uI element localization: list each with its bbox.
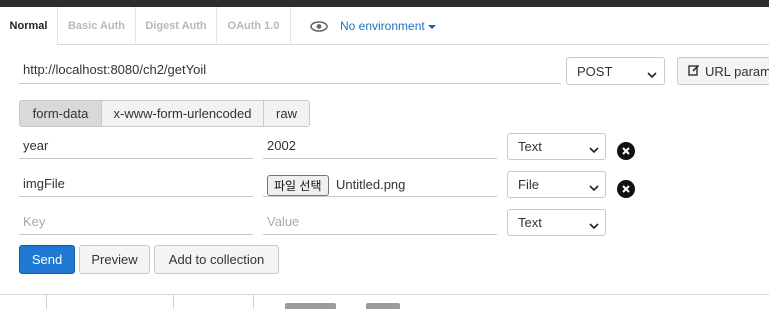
send-button[interactable]: Send — [19, 245, 75, 274]
tab-normal[interactable]: Normal — [0, 7, 58, 45]
param-type-select[interactable]: File — [507, 171, 606, 198]
url-input[interactable] — [19, 56, 561, 84]
environment-label: No environment — [340, 19, 425, 33]
tab-form-data[interactable]: form-data — [20, 101, 102, 126]
window-top-bar — [0, 0, 769, 7]
divider — [46, 295, 47, 309]
edit-icon — [688, 64, 700, 79]
response-tab-chip[interactable] — [366, 303, 400, 309]
url-params-button[interactable]: URL param — [677, 57, 769, 85]
remove-param-icon[interactable] — [617, 180, 635, 198]
param-type-value: Text — [518, 139, 542, 154]
method-value: POST — [577, 63, 613, 79]
new-key-field[interactable]: Key — [19, 209, 253, 235]
file-choose-button[interactable]: 파일 선택 — [267, 175, 329, 196]
divider — [253, 295, 254, 309]
divider — [173, 295, 174, 309]
chevron-down-icon — [589, 180, 599, 195]
tab-basic-auth[interactable]: Basic Auth — [58, 7, 136, 45]
body-mode-tabs: form-data x-www-form-urlencoded raw — [19, 100, 310, 127]
response-tab-chip[interactable] — [285, 303, 336, 309]
param-key-field[interactable]: year — [19, 133, 253, 159]
param-key-field[interactable]: imgFile — [19, 171, 253, 197]
new-value-field[interactable]: Value — [263, 209, 497, 235]
param-type-value: File — [518, 177, 539, 192]
param-type-value: Text — [518, 215, 542, 230]
caret-down-icon — [427, 25, 436, 29]
method-select[interactable]: POST — [566, 57, 665, 85]
add-to-collection-button[interactable]: Add to collection — [154, 245, 279, 274]
environment-selector[interactable]: No environment — [292, 7, 436, 45]
chevron-down-icon — [589, 218, 599, 233]
param-value-field[interactable]: 2002 — [263, 133, 497, 159]
chevron-down-icon — [589, 142, 599, 157]
response-tab-strip — [0, 294, 769, 309]
file-name-text: Untitled.png — [336, 177, 406, 192]
preview-button[interactable]: Preview — [79, 245, 150, 274]
param-type-select[interactable]: Text — [507, 133, 606, 160]
tab-raw[interactable]: raw — [264, 101, 309, 126]
eye-icon — [310, 21, 328, 32]
remove-param-icon[interactable] — [617, 142, 635, 160]
tab-digest-auth[interactable]: Digest Auth — [136, 7, 217, 45]
param-type-select[interactable]: Text — [507, 209, 606, 236]
tab-x-www-form-urlencoded[interactable]: x-www-form-urlencoded — [102, 101, 264, 126]
tab-oauth[interactable]: OAuth 1.0 — [217, 7, 291, 45]
url-params-label: URL param — [705, 63, 769, 79]
auth-tabs: Normal Basic Auth Digest Auth OAuth 1.0 … — [0, 7, 769, 45]
chevron-down-icon — [647, 67, 657, 82]
